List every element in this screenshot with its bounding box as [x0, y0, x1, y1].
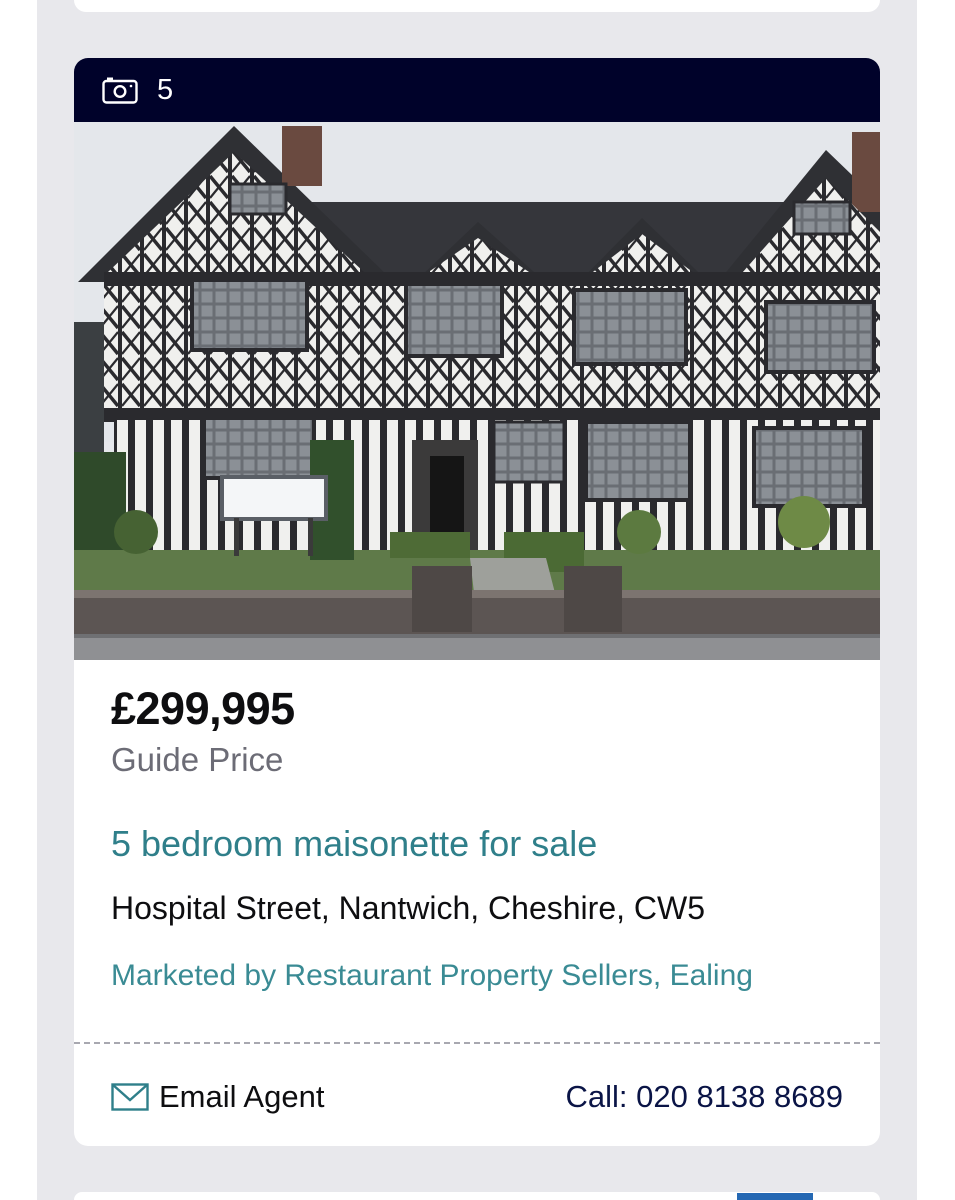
call-agent-link[interactable]: Call: 020 8138 8689 — [565, 1079, 843, 1115]
camera-icon — [102, 77, 138, 104]
photo-count-bar[interactable]: 5 — [74, 58, 880, 122]
price-qualifier: Guide Price — [111, 741, 284, 778]
marketed-by-link[interactable]: Marketed by Restaurant Property Sellers,… — [111, 958, 843, 994]
email-agent-button[interactable]: Email Agent — [111, 1079, 324, 1115]
property-card[interactable]: 5 £299,995 Guide Price 5 bedroom maisone… — [74, 58, 880, 1146]
card-divider — [74, 1042, 880, 1044]
envelope-icon — [111, 1083, 149, 1111]
photo-count: 5 — [157, 73, 174, 106]
property-title-link[interactable]: 5 bedroom maisonette for sale — [111, 822, 843, 866]
previous-listing-card[interactable] — [74, 0, 880, 12]
property-address: Hospital Street, Nantwich, Cheshire, CW5 — [111, 890, 705, 926]
property-photo[interactable] — [74, 122, 880, 660]
next-listing-badge — [737, 1193, 813, 1200]
property-price: £299,995 — [111, 683, 295, 734]
email-agent-label: Email Agent — [159, 1079, 325, 1114]
card-footer: Email Agent Call: 020 8138 8689 — [74, 1072, 880, 1122]
